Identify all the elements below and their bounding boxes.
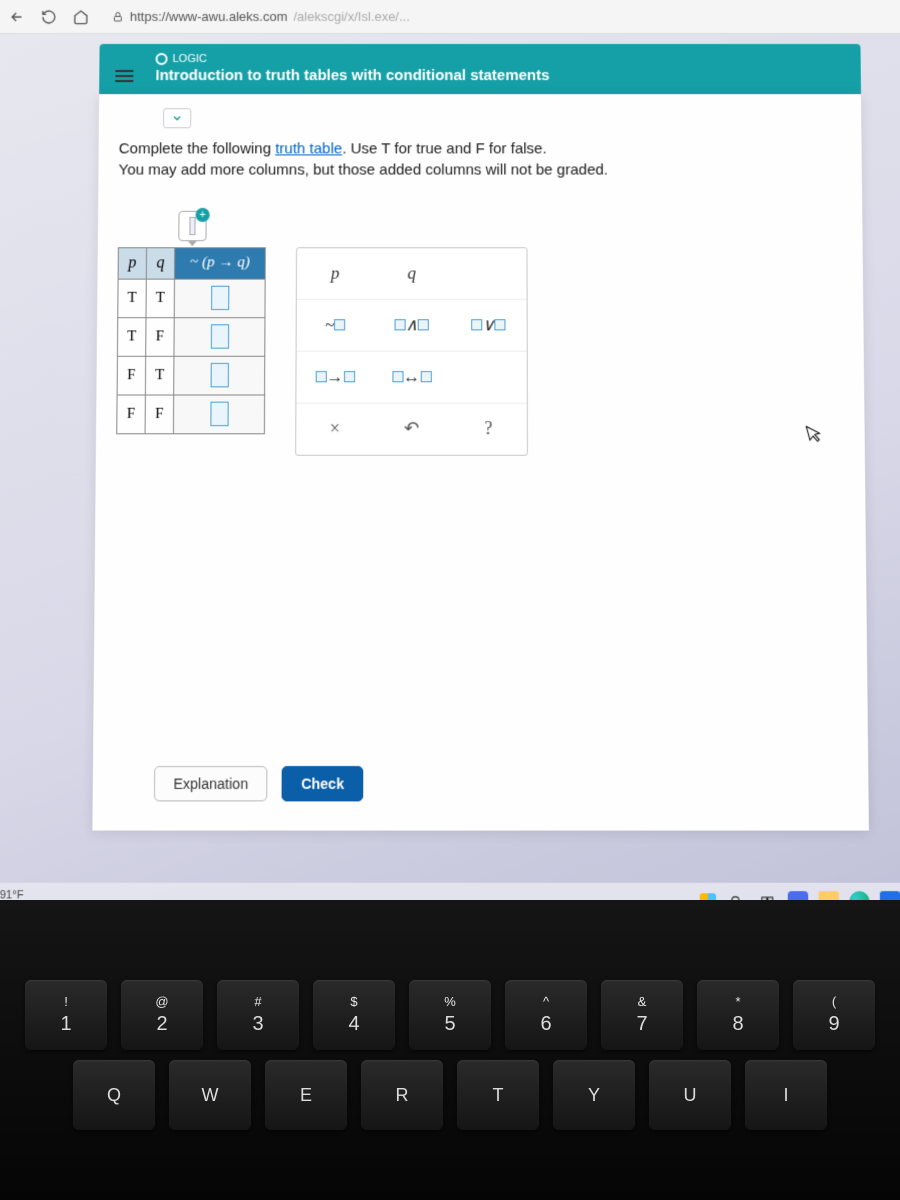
key-e: E bbox=[265, 1060, 347, 1130]
header-formula: ~ (p → q) bbox=[175, 248, 266, 279]
keyboard-row-letters: Q W E R T Y U I bbox=[0, 1060, 900, 1130]
topic-title: Introduction to truth tables with condit… bbox=[155, 66, 549, 86]
key-i: I bbox=[745, 1060, 827, 1130]
palette-p[interactable]: p bbox=[297, 248, 374, 299]
palette-q[interactable]: q bbox=[373, 248, 450, 299]
action-bar: Explanation Check bbox=[154, 766, 364, 801]
palette-undo[interactable]: ↶ bbox=[373, 403, 450, 454]
key-1: !1 bbox=[25, 980, 107, 1050]
truth-table: p q ~ (p → q) T T T F bbox=[116, 247, 266, 434]
monitor-screen: https://www-awu.aleks.com/alekscgi/x/Isl… bbox=[0, 0, 900, 920]
key-2: @2 bbox=[121, 980, 203, 1050]
palette-help[interactable]: ? bbox=[450, 403, 527, 454]
content-area: LOGIC Introduction to truth tables with … bbox=[0, 34, 900, 830]
palette-or[interactable]: ∨ bbox=[450, 300, 527, 351]
key-6: ^6 bbox=[505, 980, 587, 1050]
topic-category: LOGIC bbox=[155, 52, 549, 66]
cell-q: F bbox=[145, 395, 174, 434]
menu-button[interactable] bbox=[115, 70, 133, 82]
topic-header: LOGIC Introduction to truth tables with … bbox=[99, 44, 861, 94]
palette-and[interactable]: ∧ bbox=[373, 300, 450, 351]
cell-q: T bbox=[145, 356, 174, 395]
cell-p: F bbox=[117, 356, 146, 395]
palette-clear[interactable]: × bbox=[296, 403, 373, 454]
back-button[interactable] bbox=[8, 7, 26, 25]
cell-q: F bbox=[146, 317, 175, 356]
key-9: (9 bbox=[793, 980, 875, 1050]
check-button[interactable]: Check bbox=[282, 766, 364, 801]
instr-text: . Use T for true and F for false. bbox=[342, 140, 547, 157]
url-path: /alekscgi/x/Isl.exe/... bbox=[293, 9, 409, 24]
palette-blank bbox=[450, 352, 527, 403]
truth-table-link[interactable]: truth table bbox=[275, 140, 342, 157]
answer-cell[interactable] bbox=[173, 395, 264, 434]
answer-cell[interactable] bbox=[174, 356, 265, 395]
palette-biconditional[interactable]: ↔ bbox=[373, 352, 450, 403]
key-r: R bbox=[361, 1060, 443, 1130]
key-u: U bbox=[649, 1060, 731, 1130]
table-row: F T bbox=[117, 356, 265, 395]
palette-conditional[interactable]: → bbox=[296, 352, 373, 403]
key-w: W bbox=[169, 1060, 251, 1130]
refresh-button[interactable] bbox=[40, 7, 58, 25]
key-t: T bbox=[457, 1060, 539, 1130]
url-host: https://www-awu.aleks.com bbox=[130, 9, 288, 24]
header-q: q bbox=[146, 248, 174, 279]
instructions: Complete the following truth table. Use … bbox=[118, 138, 841, 180]
browser-toolbar: https://www-awu.aleks.com/alekscgi/x/Isl… bbox=[0, 0, 900, 34]
table-row: T T bbox=[118, 279, 265, 318]
key-5: %5 bbox=[409, 980, 491, 1050]
address-bar[interactable]: https://www-awu.aleks.com/alekscgi/x/Isl… bbox=[104, 9, 892, 24]
key-3: #3 bbox=[217, 980, 299, 1050]
answer-cell[interactable] bbox=[174, 279, 265, 318]
problem-panel: Complete the following truth table. Use … bbox=[92, 94, 869, 830]
add-column-button[interactable]: + bbox=[178, 211, 206, 241]
key-y: Y bbox=[553, 1060, 635, 1130]
palette-blank bbox=[450, 248, 527, 299]
key-4: $4 bbox=[313, 980, 395, 1050]
home-button[interactable] bbox=[72, 7, 90, 25]
explanation-button[interactable]: Explanation bbox=[154, 766, 268, 801]
answer-cell[interactable] bbox=[174, 317, 265, 356]
cell-q: T bbox=[146, 279, 175, 318]
header-p: p bbox=[118, 248, 146, 279]
cell-p: T bbox=[117, 317, 146, 356]
step-dropdown[interactable] bbox=[163, 108, 191, 128]
cell-p: T bbox=[118, 279, 147, 318]
instr-text: Complete the following bbox=[119, 140, 276, 157]
physical-keyboard: !1 @2 #3 $4 %5 ^6 &7 *8 (9 bbox=[0, 900, 900, 1200]
plus-icon: + bbox=[196, 208, 210, 222]
instr-text: You may add more columns, but those adde… bbox=[118, 161, 608, 178]
key-8: *8 bbox=[697, 980, 779, 1050]
palette-not[interactable]: ~ bbox=[297, 300, 374, 351]
table-row: F F bbox=[117, 395, 265, 434]
table-row: T F bbox=[117, 317, 265, 356]
key-7: &7 bbox=[601, 980, 683, 1050]
symbol-palette: p q ~ ∧ ∨ → ↔ bbox=[295, 247, 528, 456]
key-q: Q bbox=[73, 1060, 155, 1130]
lock-icon bbox=[112, 10, 124, 22]
cell-p: F bbox=[117, 395, 146, 434]
